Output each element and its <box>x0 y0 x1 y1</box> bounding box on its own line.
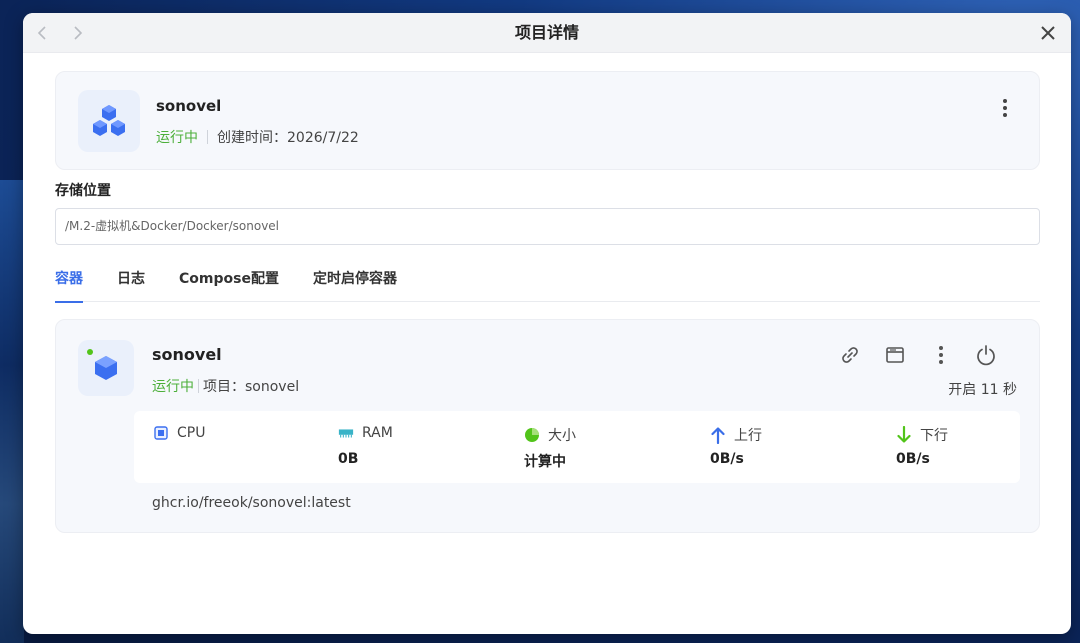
container-stats-panel: CPU RAM 0B 大小 计算中 上行 0B/s 下行 0B/s <box>134 411 1020 483</box>
container-icon <box>78 340 134 396</box>
stat-size-value: 计算中 <box>524 454 566 470</box>
project-detail-window: 项目详情 sonovel 运行中 创建时间：2026/7/22 存储位置 /M.… <box>23 13 1071 634</box>
title-bar: 项目详情 <box>23 13 1071 53</box>
container-status-line: 运行中 项目：sonovel <box>152 376 299 396</box>
tab-logs[interactable]: 日志 <box>117 266 145 302</box>
cubes-icon <box>93 105 125 136</box>
container-actions <box>839 344 1039 368</box>
close-icon <box>1041 26 1055 40</box>
status-divider <box>207 130 208 144</box>
cpu-icon <box>153 425 169 441</box>
stat-cpu-label: CPU <box>177 425 206 441</box>
pie-chart-icon <box>524 427 540 443</box>
tab-compose-config[interactable]: Compose配置 <box>179 266 279 302</box>
stat-download-value: 0B/s <box>896 451 930 467</box>
project-icon <box>78 90 140 152</box>
cube-icon <box>95 356 117 380</box>
more-vertical-icon <box>1003 99 1007 117</box>
container-uptime: 开启 11 秒 <box>948 382 1017 398</box>
container-project: 项目：sonovel <box>203 379 300 395</box>
stat-ram-value: 0B <box>338 451 359 467</box>
tab-bar: 容器 日志 Compose配置 定时启停容器 <box>55 266 1040 303</box>
close-button[interactable] <box>1039 24 1057 42</box>
project-more-button[interactable] <box>995 96 1015 120</box>
arrow-up-icon <box>710 427 726 444</box>
stat-upload-value: 0B/s <box>710 451 744 467</box>
stat-upload-label: 上行 <box>734 428 762 444</box>
storage-label: 存储位置 <box>55 183 111 199</box>
more-vertical-icon <box>939 346 943 364</box>
stat-download-label: 下行 <box>920 428 948 444</box>
tab-scheduled-start-stop[interactable]: 定时启停容器 <box>313 266 397 302</box>
project-name: sonovel <box>156 97 222 115</box>
open-window-button[interactable] <box>884 344 906 366</box>
window-title: 项目详情 <box>514 23 579 42</box>
container-image: ghcr.io/freeok/sonovel:latest <box>152 495 351 511</box>
desktop-background-strip <box>0 180 24 643</box>
container-status: 运行中 <box>152 379 194 395</box>
tab-containers[interactable]: 容器 <box>55 266 83 303</box>
stat-size-label: 大小 <box>548 428 576 444</box>
link-icon <box>842 347 858 363</box>
link-button[interactable] <box>839 344 861 366</box>
project-status: 运行中 <box>156 130 198 146</box>
project-status-line: 运行中 创建时间：2026/7/22 <box>156 127 359 147</box>
window-icon <box>886 347 904 363</box>
ram-icon <box>338 425 354 441</box>
stat-ram-label: RAM <box>362 425 393 441</box>
project-created-time: 创建时间：2026/7/22 <box>217 130 359 146</box>
container-more-button[interactable] <box>930 344 952 366</box>
status-divider <box>198 379 199 393</box>
container-name: sonovel <box>152 345 222 364</box>
storage-path-field[interactable]: /M.2-虚拟机&Docker/Docker/sonovel <box>55 208 1040 245</box>
arrow-down-icon <box>896 426 912 443</box>
container-card: sonovel 运行中 项目：sonovel 开启 11 秒 CPU RAM 0… <box>55 319 1040 533</box>
project-summary-card: sonovel 运行中 创建时间：2026/7/22 <box>55 71 1040 170</box>
power-icon <box>977 345 995 366</box>
power-button[interactable] <box>975 344 997 366</box>
running-indicator-dot <box>87 349 93 355</box>
